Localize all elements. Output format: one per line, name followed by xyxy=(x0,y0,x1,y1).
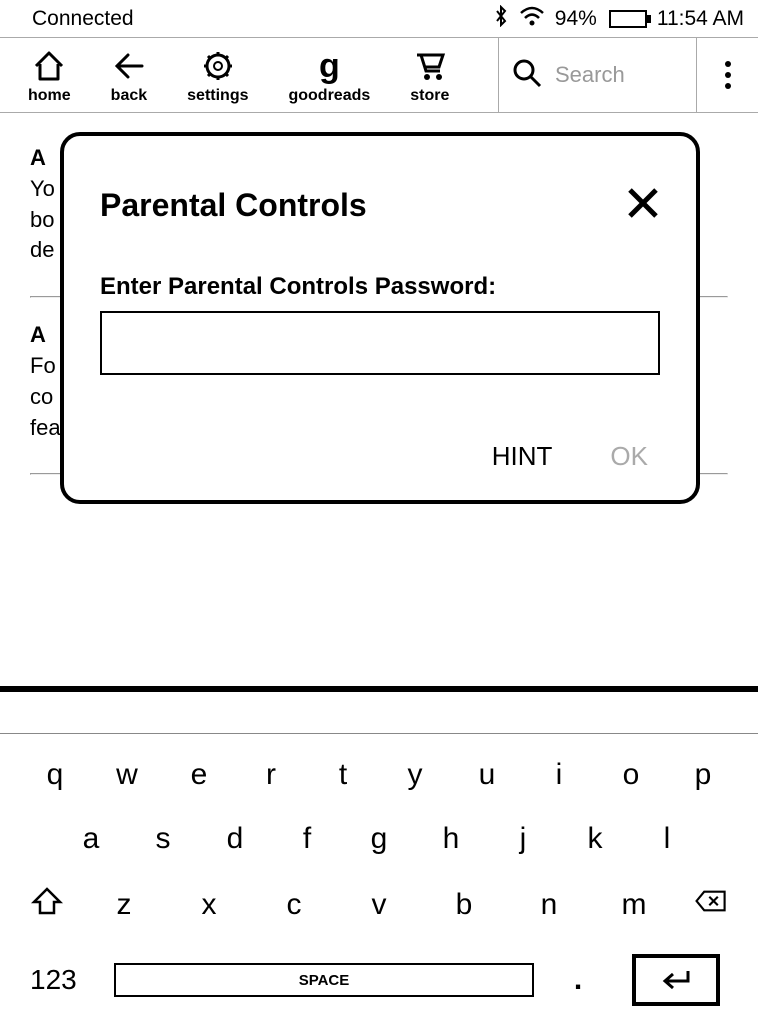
key-b[interactable]: b xyxy=(439,888,489,922)
period-key[interactable]: . xyxy=(558,963,598,997)
search-button[interactable]: Search xyxy=(498,38,696,112)
key-p[interactable]: p xyxy=(678,758,728,792)
key-x[interactable]: x xyxy=(184,888,234,922)
key-s[interactable]: s xyxy=(138,822,188,856)
key-d[interactable]: d xyxy=(210,822,260,856)
wifi-icon xyxy=(519,6,545,32)
key-m[interactable]: m xyxy=(609,888,659,922)
keyboard-row-3: z x c v b n m xyxy=(30,886,728,924)
key-h[interactable]: h xyxy=(426,822,476,856)
key-k[interactable]: k xyxy=(570,822,620,856)
key-t[interactable]: t xyxy=(318,758,368,792)
key-c[interactable]: c xyxy=(269,888,319,922)
key-j[interactable]: j xyxy=(498,822,548,856)
password-input[interactable] xyxy=(100,311,660,375)
battery-pct: 94% xyxy=(555,7,597,31)
backspace-key[interactable] xyxy=(694,886,728,924)
clock: 11:54 AM xyxy=(657,7,744,31)
key-n[interactable]: n xyxy=(524,888,574,922)
bg-title-2: A xyxy=(30,322,46,347)
back-icon xyxy=(112,49,146,83)
password-label: Enter Parental Controls Password: xyxy=(100,273,660,301)
ok-button[interactable]: OK xyxy=(610,441,648,472)
key-l[interactable]: l xyxy=(642,822,692,856)
home-label: home xyxy=(28,87,71,105)
bluetooth-icon xyxy=(493,5,509,33)
store-label: store xyxy=(410,87,449,105)
shift-key[interactable] xyxy=(30,886,64,924)
bg-title-1: A xyxy=(30,145,46,170)
home-icon xyxy=(32,49,66,83)
keyboard-row-1: q w e r t y u i o p xyxy=(30,758,728,792)
goodreads-icon: g xyxy=(312,49,346,83)
key-o[interactable]: o xyxy=(606,758,656,792)
key-u[interactable]: u xyxy=(462,758,512,792)
status-bar: Connected 94% 11:54 AM xyxy=(0,0,758,38)
parental-controls-modal: Parental Controls Enter Parental Control… xyxy=(60,132,700,504)
gear-icon xyxy=(201,49,235,83)
more-icon xyxy=(725,61,731,89)
key-a[interactable]: a xyxy=(66,822,116,856)
goodreads-button[interactable]: g goodreads xyxy=(288,46,370,108)
space-key[interactable]: SPACE xyxy=(114,963,534,997)
more-menu-button[interactable] xyxy=(696,38,758,112)
enter-key[interactable] xyxy=(632,954,720,1006)
key-z[interactable]: z xyxy=(99,888,149,922)
settings-button[interactable]: settings xyxy=(187,46,248,108)
keyboard: q w e r t y u i o p a s d f g h j k l z xyxy=(0,686,758,1024)
key-v[interactable]: v xyxy=(354,888,404,922)
key-e[interactable]: e xyxy=(174,758,224,792)
hint-button[interactable]: HINT xyxy=(492,441,553,472)
keyboard-row-4: 123 SPACE . xyxy=(30,954,728,1006)
back-button[interactable]: back xyxy=(111,46,147,108)
key-y[interactable]: y xyxy=(390,758,440,792)
modal-title: Parental Controls xyxy=(100,187,367,224)
numbers-key[interactable]: 123 xyxy=(30,964,90,996)
key-f[interactable]: f xyxy=(282,822,332,856)
search-icon xyxy=(511,57,543,94)
status-right: 94% 11:54 AM xyxy=(493,5,744,33)
toolbar: home back settings g goodreads store xyxy=(0,38,758,113)
battery-icon xyxy=(609,10,647,28)
home-button[interactable]: home xyxy=(28,46,71,108)
key-g[interactable]: g xyxy=(354,822,404,856)
back-label: back xyxy=(111,87,147,105)
connection-status: Connected xyxy=(32,7,134,31)
cart-icon xyxy=(413,49,447,83)
store-button[interactable]: store xyxy=(410,46,449,108)
key-i[interactable]: i xyxy=(534,758,584,792)
key-w[interactable]: w xyxy=(102,758,152,792)
keyboard-row-2: a s d f g h j k l xyxy=(30,822,728,856)
key-q[interactable]: q xyxy=(30,758,80,792)
settings-label: settings xyxy=(187,87,248,105)
close-button[interactable] xyxy=(626,186,660,225)
key-r[interactable]: r xyxy=(246,758,296,792)
search-placeholder: Search xyxy=(555,62,625,88)
goodreads-label: goodreads xyxy=(288,87,370,105)
